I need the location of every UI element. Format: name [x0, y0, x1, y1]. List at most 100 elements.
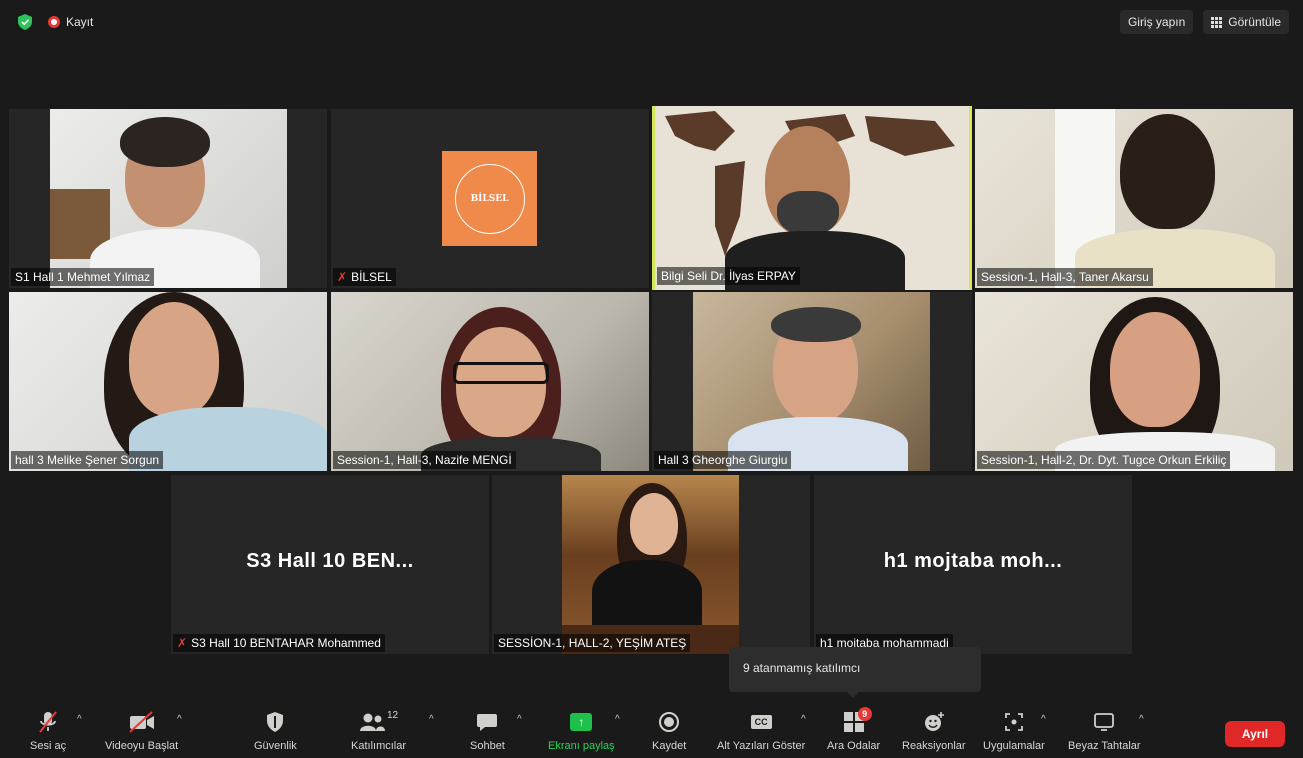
participants-button[interactable]: 12 Katılımcılar	[351, 710, 406, 752]
display-name: h1 mojtaba moh...	[883, 550, 1063, 572]
video-feed	[331, 292, 649, 471]
video-tile[interactable]: SESSİON-1, HALL-2, YEŞİM ATEŞ	[492, 475, 810, 654]
whiteboard-label: Beyaz Tahtalar	[1068, 740, 1141, 752]
captions-label: Alt Yazıları Göster	[717, 740, 806, 752]
apps-options-caret[interactable]: ^	[1041, 714, 1046, 725]
muted-mic-icon: ✗	[337, 270, 348, 284]
display-name: S3 Hall 10 BEN...	[246, 550, 414, 572]
apps-label: Uygulamalar	[983, 740, 1045, 752]
participant-head	[1110, 312, 1200, 427]
share-screen-label: Ekranı paylaş	[548, 740, 615, 752]
apps-button[interactable]: Uygulamalar	[983, 710, 1045, 752]
shield-icon	[267, 712, 284, 732]
participant-beard	[777, 191, 839, 236]
participant-body	[592, 560, 702, 630]
participant-name: Bilgi Seli Dr. İlyas ERPAY	[657, 267, 800, 285]
view-label: Görüntüle	[1228, 15, 1281, 29]
chat-button[interactable]: Sohbet	[470, 710, 505, 752]
participant-head	[1120, 114, 1215, 229]
video-off-icon	[128, 711, 154, 733]
recording-indicator[interactable]: Kayıt	[48, 15, 93, 29]
muted-mic-icon	[39, 711, 57, 733]
participant-name: Session-1, Hall-3, Nazife MENGİ	[333, 451, 516, 469]
participant-name: SESSİON-1, HALL-2, YEŞİM ATEŞ	[494, 634, 691, 652]
participant-name: S1 Hall 1 Mehmet Yılmaz	[11, 268, 155, 286]
record-button[interactable]: Kaydet	[652, 710, 686, 752]
security-label: Güvenlik	[254, 740, 297, 752]
reactions-label: Reaksiyonlar	[902, 740, 966, 752]
video-feed	[50, 109, 287, 288]
share-options-caret[interactable]: ^	[615, 714, 620, 725]
participant-head	[630, 493, 678, 555]
closed-captions-icon: CC	[750, 715, 772, 729]
view-button[interactable]: Görüntüle	[1203, 10, 1289, 34]
breakout-badge: 9	[857, 707, 872, 721]
participant-hair	[120, 117, 210, 167]
chat-options-caret[interactable]: ^	[517, 714, 522, 725]
record-icon	[659, 712, 680, 732]
recording-label: Kayıt	[66, 15, 94, 29]
breakout-rooms-label: Ara Odalar	[827, 740, 881, 752]
security-shield-icon[interactable]	[18, 14, 32, 30]
start-video-button[interactable]: Videoyu Başlat	[105, 710, 178, 752]
video-feed	[975, 109, 1293, 288]
breakout-tooltip: 9 atanmamış katılımcı	[729, 647, 981, 698]
share-screen-icon: ↑	[570, 713, 593, 731]
video-feed	[9, 292, 327, 471]
captions-options-caret[interactable]: ^	[801, 714, 806, 725]
security-button[interactable]: Güvenlik	[254, 710, 297, 752]
sign-in-label: Giriş yapın	[1127, 15, 1186, 29]
participants-count: 12	[386, 710, 399, 721]
participants-icon	[359, 713, 385, 731]
video-feed	[693, 292, 930, 471]
unmute-button[interactable]: Sesi aç	[30, 710, 66, 752]
participants-options-caret[interactable]: ^	[429, 714, 434, 725]
grid-view-icon	[1211, 16, 1223, 28]
audio-options-caret[interactable]: ^	[77, 714, 82, 725]
video-options-caret[interactable]: ^	[177, 714, 182, 725]
breakout-rooms-button[interactable]: 9 Ara Odalar	[827, 707, 881, 752]
active-speaker-tile[interactable]: Bilgi Seli Dr. İlyas ERPAY	[652, 106, 972, 290]
video-tile[interactable]: Hall 3 Gheorghe Giurgiu	[652, 292, 972, 471]
chat-icon	[477, 714, 498, 731]
whiteboard-icon	[1094, 713, 1115, 731]
participant-name: Session-1, Hall-3, Taner Akarsu	[977, 268, 1153, 286]
record-icon	[48, 16, 60, 28]
video-tile[interactable]: S1 Hall 1 Mehmet Yılmaz	[9, 109, 327, 288]
bilsel-logo: BİLSEL	[442, 151, 537, 246]
whiteboard-button[interactable]: Beyaz Tahtalar	[1068, 710, 1141, 752]
top-bar: Kayıt Giriş yapın Görüntüle	[0, 0, 1303, 44]
video-tile[interactable]: S3 Hall 10 BEN... ✗ S3 Hall 10 BENTAHAR …	[171, 475, 489, 654]
glasses	[453, 362, 549, 384]
participant-name: hall 3 Melike Şener Sorgun	[11, 451, 164, 469]
tooltip-text: 9 atanmamış katılımcı	[743, 661, 861, 675]
captions-button[interactable]: CC Alt Yazıları Göster	[717, 710, 805, 752]
record-label: Kaydet	[652, 740, 687, 752]
unmute-label: Sesi aç	[30, 740, 67, 752]
video-tile[interactable]: hall 3 Melike Şener Sorgun	[9, 292, 327, 471]
video-feed	[562, 475, 739, 654]
video-feed	[655, 106, 969, 290]
participant-name: Session-1, Hall-2, Dr. Dyt. Tugce Orkun …	[977, 451, 1231, 469]
video-tile[interactable]: Session-1, Hall-2, Dr. Dyt. Tugce Orkun …	[975, 292, 1293, 471]
smiley-icon	[924, 712, 944, 731]
participant-hair	[771, 307, 861, 342]
participant-name: ✗ S3 Hall 10 BENTAHAR Mohammed	[173, 634, 385, 652]
video-tile[interactable]: Session-1, Hall-3, Taner Akarsu	[975, 109, 1293, 288]
video-tile[interactable]: h1 mojtaba moh... h1 mojtaba mohammadi	[814, 475, 1132, 654]
logo-text: BİLSEL	[470, 193, 509, 204]
participant-head	[129, 302, 219, 417]
meeting-toolbar: Sesi aç ^ Videoyu Başlat ^ Güvenlik 12 K…	[0, 700, 1303, 758]
video-feed	[975, 292, 1293, 471]
muted-mic-icon: ✗	[177, 636, 188, 650]
leave-label: Ayrıl	[1241, 727, 1269, 741]
leave-button[interactable]: Ayrıl	[1225, 721, 1285, 747]
sign-in-button[interactable]: Giriş yapın	[1119, 10, 1194, 34]
video-tile[interactable]: BİLSEL ✗ BİLSEL	[331, 109, 649, 288]
video-tile[interactable]: Session-1, Hall-3, Nazife MENGİ	[331, 292, 649, 471]
start-video-label: Videoyu Başlat	[105, 740, 179, 752]
reactions-button[interactable]: Reaksiyonlar	[902, 710, 966, 752]
participant-name: Hall 3 Gheorghe Giurgiu	[654, 451, 792, 469]
whiteboard-options-caret[interactable]: ^	[1139, 714, 1144, 725]
share-screen-button[interactable]: ↑ Ekranı paylaş	[548, 710, 615, 752]
